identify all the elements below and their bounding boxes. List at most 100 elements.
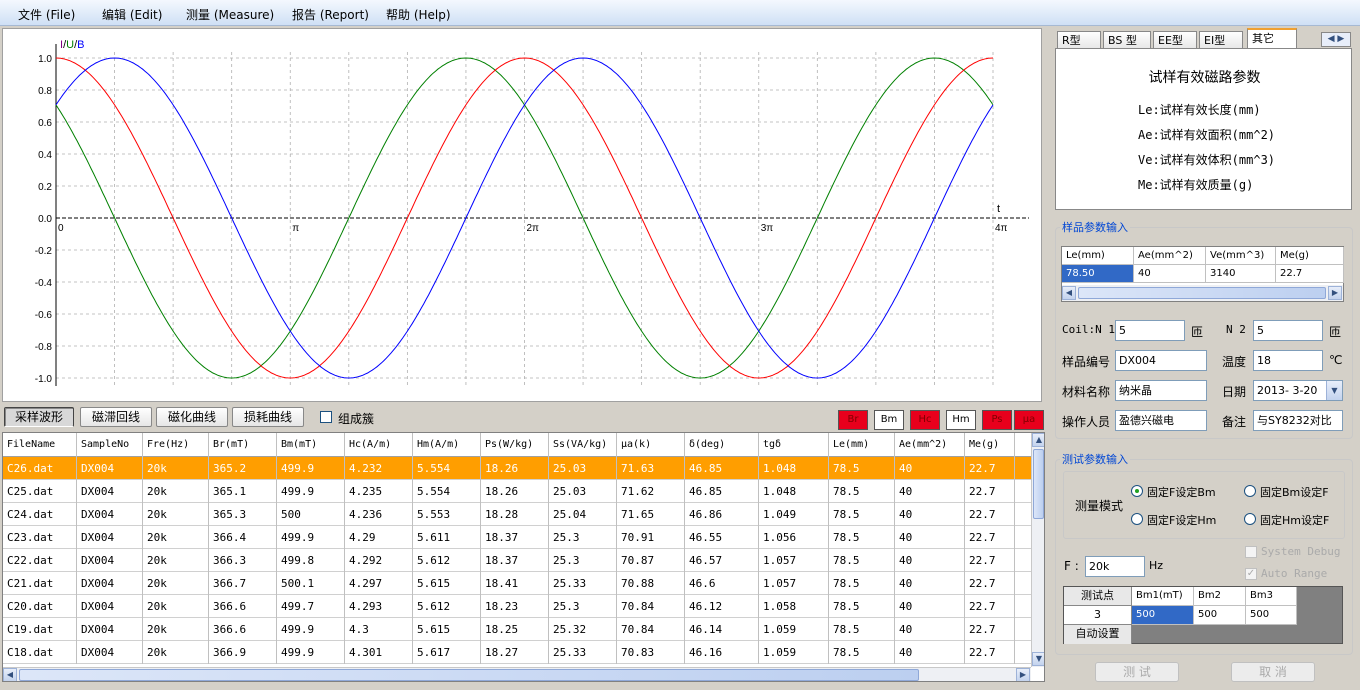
n2-input[interactable]: 5 — [1253, 320, 1323, 341]
column-header[interactable]: δ(deg) — [685, 433, 759, 457]
column-header[interactable]: Me(g) — [965, 433, 1015, 457]
scroll-up-icon[interactable]: ▲ — [1032, 433, 1044, 447]
table-cell: 500.1 — [277, 572, 345, 595]
column-header[interactable]: tgδ — [759, 433, 829, 457]
grid-value-ae[interactable]: 40 — [1134, 265, 1206, 283]
auto-range-checkbox[interactable]: ✓ — [1245, 568, 1257, 580]
tab-sampling-waveform[interactable]: 采样波形 — [4, 407, 74, 427]
table-cell: DX004 — [77, 480, 143, 503]
grid-value-le[interactable]: 78.50 — [1062, 265, 1134, 283]
tab-scroll-arrows-icon[interactable]: ◀ ▶ — [1321, 32, 1351, 47]
temp-input[interactable]: 18 — [1253, 350, 1323, 371]
table-horizontal-scrollbar[interactable]: ◀ ▶ — [3, 667, 1031, 681]
column-header[interactable]: Hm(A/m) — [413, 433, 481, 457]
table-cell: 18.26 — [481, 480, 549, 503]
table-row[interactable]: C22.dat DX004 20k 366.3 499.8 4.292 5.612 18.37… — [3, 549, 1031, 572]
table-row[interactable]: C21.dat DX004 20k 366.7 500.1 4.297 5.615 18.41… — [3, 572, 1031, 595]
column-header[interactable]: Fre(Hz) — [143, 433, 209, 457]
date-picker[interactable]: 2013- 3-20 ▼ — [1253, 380, 1343, 401]
grid-scroll-left-icon[interactable]: ◀ — [1062, 286, 1076, 300]
cancel-button[interactable]: 取 消 — [1231, 662, 1315, 682]
y-tick-label: 0.0 — [38, 214, 52, 225]
switch-hm[interactable]: Hm — [946, 410, 976, 430]
hscroll-thumb[interactable] — [19, 669, 919, 681]
scroll-left-icon[interactable]: ◀ — [3, 668, 17, 681]
scroll-right-icon[interactable]: ▶ — [1016, 668, 1030, 681]
column-header[interactable]: SampleNo — [77, 433, 143, 457]
bm1-value[interactable]: 500 — [1132, 606, 1194, 625]
table-cell: 78.5 — [829, 618, 895, 641]
y-tick-label: 1.0 — [38, 54, 52, 65]
table-cell: 4.293 — [345, 595, 413, 618]
table-row[interactable]: C20.dat DX004 20k 366.6 499.7 4.293 5.612 18.23… — [3, 595, 1031, 618]
column-header[interactable]: Br(mT) — [209, 433, 277, 457]
coil-n1-input[interactable]: 5 — [1115, 320, 1185, 341]
table-vertical-scrollbar[interactable]: ▲ ▼ — [1031, 433, 1044, 667]
system-debug-label: System Debug — [1261, 545, 1341, 558]
menu-report[interactable]: 报告 (Report) — [292, 6, 369, 23]
scroll-thumb[interactable] — [1033, 449, 1044, 519]
switch-bm[interactable]: Bm — [874, 410, 904, 430]
column-header[interactable]: Le(mm) — [829, 433, 895, 457]
menu-help[interactable]: 帮助 (Help) — [386, 6, 451, 23]
table-cell: 1.057 — [759, 572, 829, 595]
note-label: 备注 — [1222, 415, 1247, 429]
column-header[interactable]: Hc(A/m) — [345, 433, 413, 457]
menu-measure[interactable]: 测量 (Measure) — [186, 6, 274, 23]
scroll-down-icon[interactable]: ▼ — [1032, 652, 1044, 666]
grid-scroll-thumb[interactable] — [1078, 287, 1326, 299]
table-row[interactable]: C23.dat DX004 20k 366.4 499.9 4.29 5.611 18.37 2… — [3, 526, 1031, 549]
results-table: FileName SampleNo Fre(Hz) Br(mT) Bm(mT) Hc(A/… — [2, 432, 1045, 682]
tab-loss-curve[interactable]: 损耗曲线 — [232, 407, 304, 427]
grid-hscrollbar[interactable]: ◀ ▶ — [1062, 285, 1343, 301]
points-value[interactable]: 3 — [1064, 606, 1132, 625]
table-cell: 40 — [895, 457, 965, 480]
table-row[interactable]: C24.dat DX004 20k 365.3 500 4.236 5.553 18.28 25… — [3, 503, 1031, 526]
switch-ps[interactable]: Ps — [982, 410, 1012, 430]
grid-value-me[interactable]: 22.7 — [1276, 265, 1344, 283]
system-debug-checkbox[interactable] — [1245, 546, 1257, 558]
menu-file[interactable]: 文件 (File) — [18, 6, 75, 23]
test-button[interactable]: 测 试 — [1095, 662, 1179, 682]
mode-radio-f-hm[interactable] — [1131, 513, 1143, 525]
menu-edit[interactable]: 编辑 (Edit) — [102, 6, 162, 23]
sample-no-input[interactable]: DX004 — [1115, 350, 1207, 371]
mode-radio-bm-f[interactable] — [1244, 485, 1256, 497]
tab-other[interactable]: 其它 — [1247, 28, 1297, 50]
column-header[interactable]: μa(k) — [617, 433, 685, 457]
operator-input[interactable]: 盈德兴磁电 — [1115, 410, 1207, 431]
table-cell: 4.292 — [345, 549, 413, 572]
frequency-input[interactable]: 20k — [1085, 556, 1145, 577]
column-header[interactable]: FileName — [3, 433, 77, 457]
mode-radio-f-bm[interactable] — [1131, 485, 1143, 497]
note-input[interactable]: 与SY8232对比 — [1253, 410, 1343, 431]
table-row[interactable]: C25.dat DX004 20k 365.1 499.9 4.235 5.554 18.26… — [3, 480, 1031, 503]
column-header[interactable]: Ps(W/kg) — [481, 433, 549, 457]
table-cell: 20k — [143, 503, 209, 526]
switch-hc[interactable]: Hc — [910, 410, 940, 430]
tab-magnetization-curve[interactable]: 磁化曲线 — [156, 407, 228, 427]
switch-br[interactable]: Br — [838, 410, 868, 430]
tab-hysteresis-loop[interactable]: 磁滞回线 — [80, 407, 152, 427]
table-row[interactable]: C18.dat DX004 20k 366.9 499.9 4.301 5.617 18.27… — [3, 641, 1031, 664]
group-checkbox[interactable] — [320, 411, 332, 423]
bm2-value[interactable]: 500 — [1194, 606, 1246, 625]
mode-radio-hm-f[interactable] — [1244, 513, 1256, 525]
column-header[interactable]: Bm(mT) — [277, 433, 345, 457]
grid-scroll-right-icon[interactable]: ▶ — [1328, 286, 1342, 300]
column-header[interactable]: Ss(VA/kg) — [549, 433, 617, 457]
chevron-down-icon[interactable]: ▼ — [1326, 381, 1342, 400]
material-input[interactable]: 纳米晶 — [1115, 380, 1207, 401]
switch-mua[interactable]: μa — [1014, 410, 1044, 430]
table-row[interactable]: C26.dat DX004 20k 365.2 499.9 4.232 5.554 18.26… — [3, 457, 1031, 480]
bm3-value[interactable]: 500 — [1246, 606, 1297, 625]
table-cell: 18.25 — [481, 618, 549, 641]
table-cell: 4.235 — [345, 480, 413, 503]
column-header[interactable]: Ae(mm^2) — [895, 433, 965, 457]
table-cell: 71.63 — [617, 457, 685, 480]
table-cell: 366.6 — [209, 618, 277, 641]
waveform-chart: 1.0 0.8 0.6 0.4 0.2 0.0 -0.2 -0.4 -0.6 -0.8 -1.0 0 π… — [35, 39, 1029, 386]
table-row[interactable]: C19.dat DX004 20k 366.6 499.9 4.3 5.615 18.25 25… — [3, 618, 1031, 641]
auto-set-button[interactable]: 自动设置 — [1064, 625, 1132, 644]
grid-value-ve[interactable]: 3140 — [1206, 265, 1276, 283]
